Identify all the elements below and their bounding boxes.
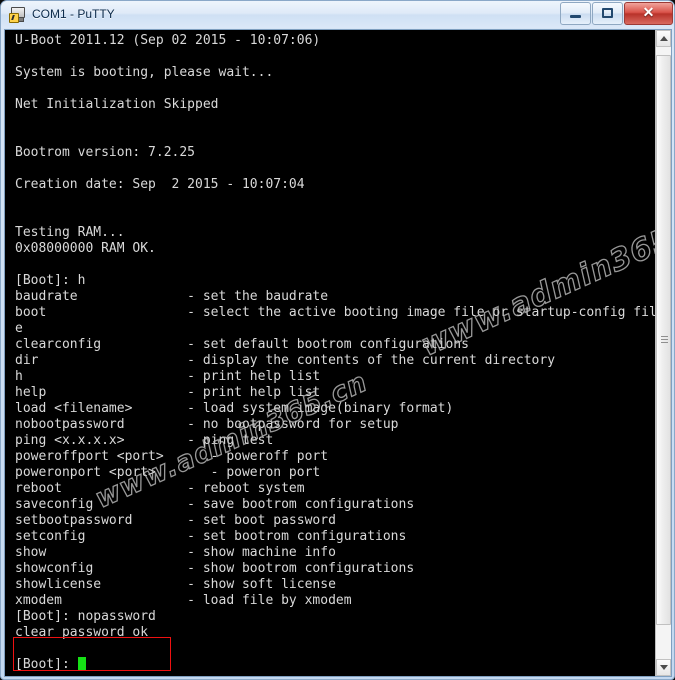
terminal-line: poweronport <port> - poweron port [15,465,321,480]
terminal-line: showlicense - show soft license [15,577,336,592]
chevron-up-icon [660,36,668,41]
terminal-line: Net Initialization Skipped [15,97,219,112]
maximize-button[interactable] [592,2,623,25]
chevron-down-icon [660,665,668,670]
scrollbar-track[interactable] [656,47,671,659]
terminal-line: setbootpassword - set boot password [15,513,336,528]
minimize-button[interactable] [560,2,591,25]
terminal-line: help - print help list [15,385,321,400]
terminal-line: clearconfig - set default bootrom config… [15,337,469,352]
close-icon: ✕ [642,4,655,20]
terminal-line: e [15,321,23,336]
terminal-line: setconfig - set bootrom configurations [15,529,407,544]
terminal-line: baudrate - set the baudrate [15,289,329,304]
scrollbar-down-button[interactable] [656,659,671,676]
terminal-line: poweroffport <port> - poweroff port [15,449,329,464]
terminal-line: show - show machine info [15,545,336,560]
terminal-line: nobootpassword - no bootpassword for set… [15,417,399,432]
terminal-text: U-Boot 2011.12 (Sep 02 2015 - 10:07:06) S… [15,33,657,673]
terminal-line: Testing RAM... [15,225,125,240]
minimize-icon [570,15,581,18]
terminal-line: 0x08000000 RAM OK. [15,241,156,256]
terminal-line: clear password ok [15,625,149,640]
terminal-line: [Boot]: nopassword [15,609,156,624]
maximize-icon [602,8,613,18]
close-button[interactable]: ✕ [624,2,673,25]
title-bar-left: COM1 - PuTTY [9,5,115,23]
terminal-line: h - print help list [15,369,321,384]
terminal-line: Bootrom version: 7.2.25 [15,145,196,160]
terminal-prompt-line: [Boot]: [15,657,657,673]
terminal-line: saveconfig - save bootrom configurations [15,497,415,512]
terminal-line: U-Boot 2011.12 (Sep 02 2015 - 10:07:06) [15,33,321,48]
terminal-cursor [77,657,86,670]
terminal-line: xmodem - load file by xmodem [15,593,352,608]
title-bar[interactable]: COM1 - PuTTY ✕ [1,1,674,28]
terminal-line: System is booting, please wait... [15,65,274,80]
terminal-client-area: U-Boot 2011.12 (Sep 02 2015 - 10:07:06) S… [4,29,672,677]
terminal-line: load <filename> - load system image(bina… [15,401,454,416]
scrollbar-thumb[interactable] [656,55,671,625]
terminal-line: ping <x.x.x.x> - ping test [15,433,274,448]
putty-app-icon [9,5,26,23]
terminal-scrollbar[interactable] [655,30,671,676]
putty-window: COM1 - PuTTY ✕ U-Boot 2011.12 (Sep 02 20… [0,0,675,680]
terminal-line: Creation date: Sep 2 2015 - 10:07:04 [15,177,305,192]
terminal-line: [Boot]: h [15,273,86,288]
terminal-line: boot - select the active booting image f… [15,305,657,320]
terminal-screen[interactable]: U-Boot 2011.12 (Sep 02 2015 - 10:07:06) S… [5,30,657,676]
scrollbar-up-button[interactable] [656,30,671,47]
terminal-prompt: [Boot]: [15,657,78,672]
terminal-line: showconfig - show bootrom configurations [15,561,415,576]
window-controls: ✕ [560,2,673,25]
terminal-line: reboot - reboot system [15,481,305,496]
terminal-line: dir - display the contents of the curren… [15,353,556,368]
scrollbar-grip-icon [661,336,668,345]
window-title: COM1 - PuTTY [32,6,115,21]
